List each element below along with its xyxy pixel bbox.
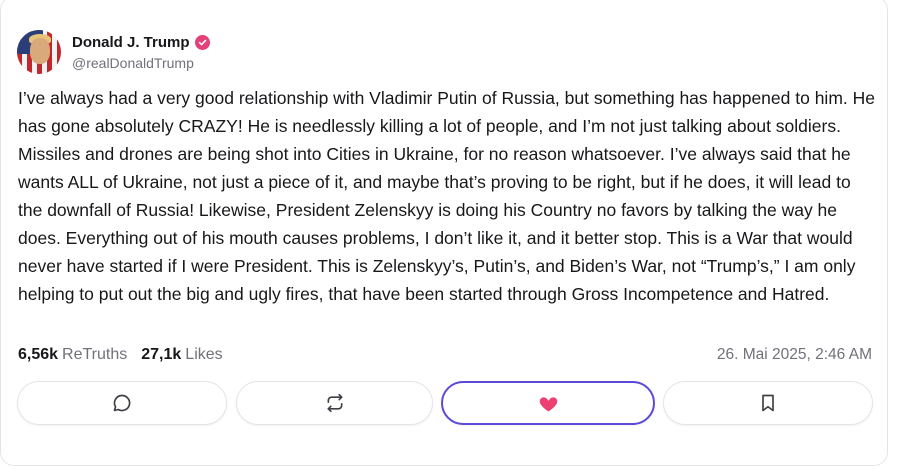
post-header: Donald J. Trump @realDonaldTrump xyxy=(17,30,210,74)
verified-badge-icon xyxy=(194,34,210,50)
comment-icon xyxy=(113,394,131,412)
likes-label: Likes xyxy=(185,346,223,363)
post-text: I’ve always had a very good relationship… xyxy=(18,88,875,304)
post-timestamp[interactable]: 26. Mai 2025, 2:46 AM xyxy=(717,346,872,364)
post-stats: 6,56k ReTruths 27,1k Likes xyxy=(18,346,237,364)
likes-count: 27,1k xyxy=(141,346,182,363)
author-display-name[interactable]: Donald J. Trump xyxy=(72,34,190,51)
retruths-count: 6,56k xyxy=(18,346,59,363)
repost-icon xyxy=(327,393,342,413)
bookmark-button[interactable] xyxy=(663,381,873,425)
retruth-button[interactable] xyxy=(236,381,433,425)
heart-icon xyxy=(539,396,557,411)
retruths-label: ReTruths xyxy=(62,346,128,363)
retruths-stat[interactable]: 6,56k ReTruths xyxy=(18,346,127,364)
author-info: Donald J. Trump @realDonaldTrump xyxy=(72,34,210,71)
bookmark-icon xyxy=(762,394,774,412)
likes-stat[interactable]: 27,1k Likes xyxy=(141,346,222,364)
reply-button[interactable] xyxy=(17,381,227,425)
avatar[interactable] xyxy=(17,30,61,74)
author-handle[interactable]: @realDonaldTrump xyxy=(72,55,210,71)
like-button[interactable] xyxy=(441,381,655,425)
